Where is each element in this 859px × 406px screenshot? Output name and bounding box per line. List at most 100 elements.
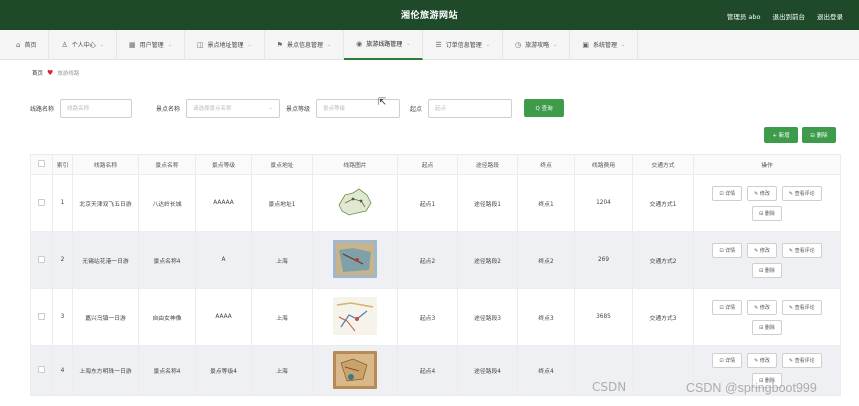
- cell-end: 终点4: [517, 345, 575, 396]
- cell-index: 2: [52, 231, 73, 289]
- cell-spot-name: 景点名称4: [138, 231, 196, 289]
- cell-index: 1: [52, 174, 73, 232]
- cell-fee: 269: [574, 231, 633, 289]
- menu-item-0[interactable]: ⌂ 首页: [4, 29, 50, 60]
- cell-route-name: 北京天津双飞五日游: [72, 174, 139, 232]
- column-header: 操作: [693, 154, 841, 175]
- spot-name-select[interactable]: 请选择景点名称 ⌄: [186, 98, 281, 118]
- cell-actions: ⊡ 详情 ✎ 修改 ✎ 查看评论 ⊟ 删除: [693, 174, 841, 232]
- edit-button[interactable]: ✎ 修改: [747, 299, 777, 315]
- cell-end: 终点2: [517, 231, 575, 289]
- menu-item-label: 景点地址管理: [207, 42, 244, 49]
- view-reviews-button[interactable]: ✎ 查看评论: [781, 299, 822, 315]
- detail-button[interactable]: ⊡ 详情: [712, 242, 743, 258]
- menu-item-7[interactable]: ◷ 旅游攻略 ⌄: [503, 29, 571, 60]
- route-name-label: 线路名称: [30, 105, 55, 113]
- row-checkbox-cell[interactable]: [30, 345, 53, 396]
- edit-button[interactable]: ✎ 修改: [747, 353, 777, 368]
- chevron-down-icon: ⌄: [485, 41, 490, 48]
- cell-spot-level: A: [195, 231, 252, 289]
- delete-button[interactable]: ⊟ 删除: [752, 205, 782, 221]
- edit-button[interactable]: ✎ 修改: [747, 185, 777, 201]
- cell-transport: 交通方式2: [632, 231, 694, 289]
- back-to-front-link[interactable]: 退出到前台: [773, 11, 806, 21]
- menu-item-8[interactable]: ▣ 系统管理 ⌄: [570, 29, 639, 60]
- cell-index: 4: [52, 345, 73, 396]
- menu-item-5[interactable]: ◉ 旅游线路管理 ⌄: [344, 29, 424, 60]
- menu-item-3[interactable]: ◫ 景点地址管理 ⌄: [185, 29, 265, 60]
- cell-transport: 交通方式1: [632, 174, 694, 232]
- breadcrumb-home[interactable]: 首页: [32, 69, 43, 77]
- cell-fee: 3685: [574, 288, 633, 346]
- menu-item-1[interactable]: ♙ 个人中心 ⌄: [49, 29, 117, 60]
- cell-route-name: 无锡站花港一日游: [72, 231, 139, 289]
- cell-spot-level: AAAA: [195, 288, 252, 346]
- row-checkbox[interactable]: [38, 366, 45, 373]
- menu-item-2[interactable]: ▦ 用户管理 ⌄: [117, 29, 185, 60]
- cell-route-image: [312, 231, 398, 289]
- column-header: 景点地址: [251, 154, 313, 175]
- person-icon: ♙: [61, 40, 68, 49]
- chevron-down-icon: ⌄: [553, 41, 558, 48]
- row-checkbox[interactable]: [38, 255, 45, 263]
- row-checkbox-cell[interactable]: [30, 288, 53, 346]
- cell-route-name: 上海东方明珠一日游: [72, 345, 139, 396]
- cell-actions: ⊡ 详情 ✎ 修改 ✎ 查看评论 ⊟ 删除: [693, 288, 841, 346]
- view-reviews-button[interactable]: ✎ 查看评论: [781, 242, 822, 258]
- table-row: 2 无锡站花港一日游 景点名称4 A 上海 起点2 途径路段2 终点2 269 交通方式2 ⊡ 详情…: [30, 231, 841, 289]
- search-button[interactable]: Q 查询: [524, 99, 565, 117]
- cell-via: 途径路段3: [457, 288, 518, 346]
- cell-via: 途径路段1: [457, 174, 518, 232]
- cell-spot-level: 景点等级4: [195, 345, 252, 396]
- table-row: 3 嘉兴乌镇一日游 自由女神像 AAAA 上海 起点3 途径路段3 终点3 3685 交通方式3 ⊡…: [30, 288, 841, 346]
- list-icon: ☰: [435, 40, 442, 49]
- delete-button[interactable]: ⊟ 删除: [752, 262, 782, 278]
- column-header: 线路费用: [574, 154, 633, 175]
- cell-spot-address: 景点地址1: [251, 174, 313, 232]
- route-name-input[interactable]: 线路名称: [60, 98, 133, 118]
- cell-start: 起点4: [397, 345, 458, 396]
- detail-button[interactable]: ⊡ 详情: [712, 299, 743, 315]
- row-checkbox[interactable]: [38, 312, 45, 320]
- row-checkbox-cell[interactable]: [30, 231, 53, 289]
- cell-spot-address: 上海: [251, 345, 313, 396]
- menu-item-label: 系统管理: [592, 42, 617, 49]
- spot-level-label: 景点等级: [286, 105, 311, 113]
- edit-button[interactable]: ✎ 修改: [747, 242, 777, 258]
- menu-item-label: 订单信息管理: [445, 42, 482, 49]
- view-reviews-button[interactable]: ✎ 查看评论: [781, 185, 822, 201]
- cell-route-name: 嘉兴乌镇一日游: [72, 288, 139, 346]
- column-header: 线路图片: [312, 154, 398, 175]
- column-header: 景点等级: [195, 154, 252, 175]
- column-header: 途径路段: [457, 154, 518, 175]
- cell-end: 终点1: [517, 174, 575, 232]
- cell-spot-name: 景点名称4: [138, 345, 196, 396]
- cell-spot-name: 八达岭长城: [138, 174, 196, 232]
- clock-icon: ◷: [514, 40, 522, 49]
- select-all-checkbox-cell[interactable]: [30, 154, 53, 175]
- add-button[interactable]: + 新增: [764, 127, 798, 143]
- menu-item-4[interactable]: ⚑ 景点信息管理 ⌄: [265, 29, 345, 60]
- logout-link[interactable]: 退出登录: [817, 11, 843, 21]
- table-row: 1 北京天津双飞五日游 八达岭长城 AAAAA 景点地址1 起点1 途径路段1 终点1 1204…: [30, 174, 841, 232]
- column-header: 景点名称: [138, 154, 196, 175]
- menu-item-label: 首页: [24, 42, 37, 49]
- cell-start: 起点1: [397, 174, 458, 232]
- home-icon: ⌂: [16, 40, 21, 49]
- start-input[interactable]: 起点: [428, 98, 513, 118]
- delete-button[interactable]: ⊟ 删除: [752, 319, 782, 335]
- menu-item-6[interactable]: ☰ 订单信息管理 ⌄: [423, 29, 503, 60]
- view-reviews-button[interactable]: ✎ 查看评论: [781, 353, 822, 368]
- breadcrumb: 首页 ♥ 旅游线路: [32, 69, 79, 77]
- row-checkbox[interactable]: [38, 198, 45, 206]
- table-header-row: 索引 线路名称 景点名称 景点等级 景点地址 线路图片 起点 途径路段 终点 线路费用 交通方式 操作: [30, 154, 841, 175]
- detail-button[interactable]: ⊡ 详情: [712, 185, 743, 201]
- column-header: 终点: [517, 154, 575, 175]
- detail-button[interactable]: ⊡ 详情: [712, 353, 743, 368]
- batch-delete-button[interactable]: ⊟ 删除: [802, 127, 836, 143]
- chevron-down-icon: ⌄: [268, 105, 274, 111]
- select-all-checkbox[interactable]: [38, 160, 45, 167]
- heart-icon: ♥: [47, 69, 54, 77]
- spot-level-input[interactable]: 景点等级: [316, 98, 401, 118]
- row-checkbox-cell[interactable]: [30, 174, 53, 232]
